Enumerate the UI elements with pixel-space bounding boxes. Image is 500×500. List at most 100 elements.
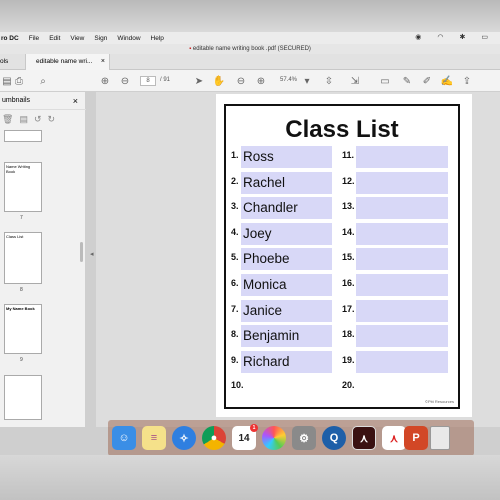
print-icon[interactable]: ⎙ <box>12 74 26 88</box>
delete-icon[interactable]: 🗑 <box>2 114 13 125</box>
select-tool-icon[interactable]: ➤ <box>192 74 206 88</box>
name-field[interactable] <box>356 197 448 220</box>
row-number: 11. <box>342 150 355 160</box>
row-number: 8. <box>231 329 239 340</box>
redo-icon[interactable]: ↻ <box>48 114 56 125</box>
powerpoint-icon[interactable]: P <box>404 426 428 450</box>
student-name: Janice <box>243 302 283 318</box>
close-icon[interactable]: × <box>101 54 105 70</box>
share-icon[interactable]: ⇪ <box>460 74 474 88</box>
name-field[interactable] <box>356 274 448 296</box>
name-field[interactable] <box>356 222 448 245</box>
next-page-icon[interactable]: ⊖ <box>118 74 132 88</box>
menu-bar: ro DC File Edit View Sign Window Help ◉ … <box>0 32 500 44</box>
photos-icon[interactable] <box>262 426 286 450</box>
acrobat-dc-icon[interactable]: ⋏ <box>382 426 406 450</box>
class-list-title: Class List <box>285 116 399 143</box>
search-icon[interactable]: ⌕ <box>36 74 50 88</box>
menu-sign[interactable]: Sign <box>94 35 107 42</box>
wifi-icon[interactable]: ◠ <box>437 33 443 41</box>
safari-icon[interactable]: ✧ <box>172 426 196 450</box>
row-number: 6. <box>231 278 239 288</box>
finder-icon[interactable]: ☺ <box>112 426 136 450</box>
top-blur-band <box>0 0 500 32</box>
toolbar: ▤ ⎙ ⌕ ⊕ ⊖ 8 / 91 ➤ ✋ ⊖ ⊕ 57.4% ▾ ⇳ ⇲ ▭ ✎… <box>0 70 500 92</box>
thumbnail-label: 7 <box>20 215 23 221</box>
student-name: Chandler <box>243 200 298 216</box>
menu-window[interactable]: Window <box>117 35 140 42</box>
student-name: Monica <box>243 277 287 292</box>
draw-icon[interactable]: ✐ <box>420 74 434 88</box>
tab-bar: ols editable name wri... × <box>0 54 500 70</box>
sign-icon[interactable]: ✍ <box>440 74 454 88</box>
pdf-page: Class List 1. Ross 11. 2. Rachel 12. 3. Chandle… <box>216 94 472 417</box>
notification-badge: 1 <box>250 424 258 432</box>
acrobat-icon[interactable]: ⋏ <box>352 426 376 450</box>
notes-icon[interactable]: ≡ <box>142 426 166 450</box>
previous-page-icon[interactable]: ⊕ <box>98 74 112 88</box>
row-number: 4. <box>231 226 239 237</box>
row-number: 2. <box>231 175 239 186</box>
name-field[interactable] <box>356 350 448 373</box>
dock: ☺ ≡ ✧ ● 14 1 ⚙ Q ⋏ ⋏ P <box>108 420 474 456</box>
row-number: 12. <box>342 175 355 186</box>
name-field[interactable] <box>356 248 448 271</box>
zoom-dropdown-icon[interactable]: ▾ <box>300 74 314 88</box>
name-field[interactable] <box>356 146 448 168</box>
tab-document[interactable]: editable name wri... × <box>25 54 110 70</box>
name-field[interactable] <box>356 171 448 194</box>
student-name: Rachel <box>243 174 286 190</box>
thumbnail-scrollbar[interactable] <box>80 242 83 262</box>
pdf-icon: ▪ <box>189 46 192 52</box>
bluetooth-icon[interactable]: ✱ <box>460 33 466 41</box>
thumbnail-label: 8 <box>20 287 23 293</box>
student-name: Benjamin <box>243 328 300 344</box>
thumbnail-page-6[interactable] <box>4 130 42 142</box>
calendar-day: 14 <box>238 432 250 444</box>
menu-file[interactable]: File <box>29 35 39 42</box>
highlight-icon[interactable]: ✎ <box>400 74 414 88</box>
zoom-level[interactable]: 57.4% <box>280 77 297 83</box>
chrome-icon[interactable]: ● <box>202 426 226 450</box>
student-name: Phoebe <box>243 251 290 267</box>
tab-tools[interactable]: ols <box>0 58 8 65</box>
close-panel-icon[interactable]: × <box>73 92 78 110</box>
quicktime-icon[interactable]: Q <box>322 426 346 450</box>
thumbnail-page-9[interactable]: My Name Book <box>4 304 42 354</box>
thumbnail-label: 9 <box>20 357 23 363</box>
battery-icon[interactable]: ▭ <box>481 33 488 41</box>
collapse-panel-icon[interactable]: ◂ <box>90 250 94 258</box>
thumbnail-page-8[interactable]: Class List <box>4 232 42 284</box>
row-number: 9. <box>231 354 239 365</box>
fit-page-icon[interactable]: ⇳ <box>322 74 336 88</box>
scroll-mode-icon[interactable]: ⇲ <box>348 74 362 88</box>
undo-icon[interactable]: ↺ <box>34 114 42 125</box>
zoom-out-icon[interactable]: ⊖ <box>234 74 248 88</box>
page-number-input[interactable]: 8 <box>140 76 156 86</box>
thumbnail-page-7[interactable]: Name Writing Book <box>4 162 42 212</box>
thumbnail-title: Name Writing Book <box>6 164 31 174</box>
thumbnail-page-10[interactable] <box>4 375 42 420</box>
zoom-in-icon[interactable]: ⊕ <box>254 74 268 88</box>
menu-help[interactable]: Help <box>151 35 164 42</box>
trash-icon[interactable] <box>430 426 450 450</box>
camera-icon[interactable]: ◉ <box>415 33 421 41</box>
row-number: 19. <box>342 354 355 365</box>
window-title-text: editable name writing book .pdf (SECURED… <box>192 46 311 52</box>
system-preferences-icon[interactable]: ⚙ <box>292 426 316 450</box>
status-icons: ◉ ◠ ✱ ▭ <box>415 33 498 41</box>
student-name: Richard <box>243 353 290 369</box>
app-menu[interactable]: ro DC <box>1 35 19 42</box>
menu-view[interactable]: View <box>70 35 84 42</box>
row-number: 1. <box>231 150 239 160</box>
insert-icon[interactable]: ▤ <box>19 114 28 125</box>
row-number: 13. <box>342 201 355 212</box>
name-field[interactable] <box>356 299 448 322</box>
row-number: 20. <box>342 380 355 391</box>
hand-tool-icon[interactable]: ✋ <box>212 74 226 88</box>
document-canvas: Class List 1. Ross 11. 2. Rachel 12. 3. Chandle… <box>96 92 500 427</box>
menu-edit[interactable]: Edit <box>49 35 60 42</box>
comment-icon[interactable]: ▭ <box>378 74 392 88</box>
name-field[interactable] <box>356 325 448 348</box>
calendar-icon[interactable]: 14 1 <box>232 424 258 450</box>
